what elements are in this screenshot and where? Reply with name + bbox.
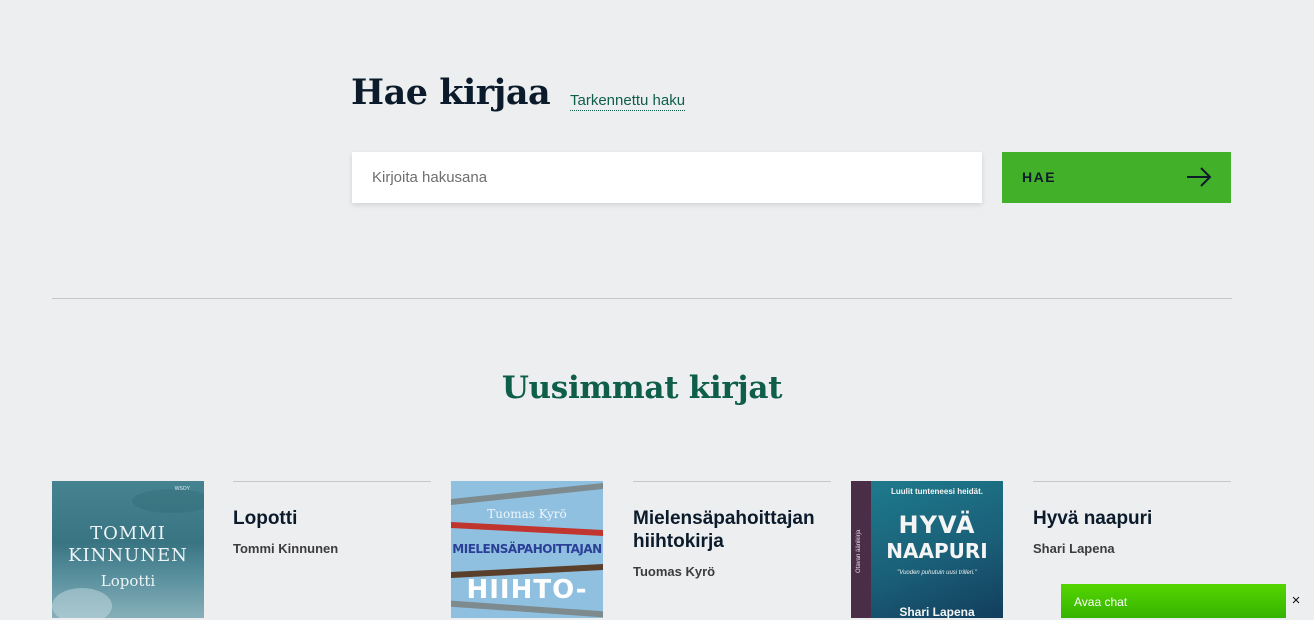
- cover-author-text: TOMMI KINNUNEN: [68, 523, 188, 566]
- cover-publisher: WSOY: [174, 486, 190, 492]
- search-title: Hae kirjaa: [351, 72, 551, 113]
- cover-author-text: Shari Lapena: [899, 605, 975, 618]
- search-button-label: HAE: [1022, 169, 1057, 185]
- book-title[interactable]: Mielensäpahoittajan hiihtokirja: [633, 507, 831, 553]
- advanced-search-link[interactable]: Tarkennettu haku: [570, 92, 686, 111]
- latest-books-title: Uusimmat kirjat: [501, 370, 783, 406]
- book-info-hyva-naapuri: Hyvä naapuri Shari Lapena: [1033, 481, 1231, 556]
- search-input[interactable]: [352, 152, 982, 203]
- search-button[interactable]: HAE: [1002, 152, 1231, 203]
- open-chat-button[interactable]: Avaa chat: [1061, 584, 1286, 618]
- book-cover-mielensapahoittajan[interactable]: Tuomas Kyrö MIELENSÄPAHOITTAJAN HIIHTO-: [451, 481, 603, 618]
- book-author: Tommi Kinnunen: [233, 541, 339, 556]
- cover-title-line2: HIIHTO-: [466, 575, 588, 605]
- cover-side-text: Otavan äänikirja: [856, 529, 862, 573]
- book-author: Shari Lapena: [1033, 541, 1115, 556]
- cover-title-line1: MIELENSÄPAHOITTAJAN: [452, 542, 602, 556]
- arrow-right-icon: [1187, 167, 1212, 187]
- book-title[interactable]: Lopotti: [233, 507, 431, 530]
- book-info-mielensapahoittajan: Mielensäpahoittajan hiihtokirja Tuomas K…: [633, 481, 831, 579]
- close-icon[interactable]: ×: [1286, 591, 1306, 611]
- book-title[interactable]: Hyvä naapuri: [1033, 507, 1231, 530]
- book-author: Tuomas Kyrö: [633, 564, 716, 579]
- cover-title-text: Lopotti: [100, 572, 156, 590]
- book-cover-hyva-naapuri[interactable]: Otavan äänikirja Luulit tunteneesi heidä…: [851, 481, 1003, 618]
- cover-quote: "Vuoden puhutuin uusi trilleri.": [897, 570, 977, 576]
- cover-title-line2: NAAPURI: [886, 539, 988, 563]
- cover-author-text: Tuomas Kyrö: [487, 507, 567, 521]
- book-cover-lopotti[interactable]: WSOY TOMMI KINNUNEN Lopotti: [52, 481, 204, 618]
- section-divider: [52, 298, 1232, 299]
- cover-title-line1: HYVÄ: [898, 511, 976, 539]
- book-info-lopotti: Lopotti Tommi Kinnunen: [233, 481, 431, 556]
- cover-tagline: Luulit tunteneesi heidät.: [890, 487, 983, 496]
